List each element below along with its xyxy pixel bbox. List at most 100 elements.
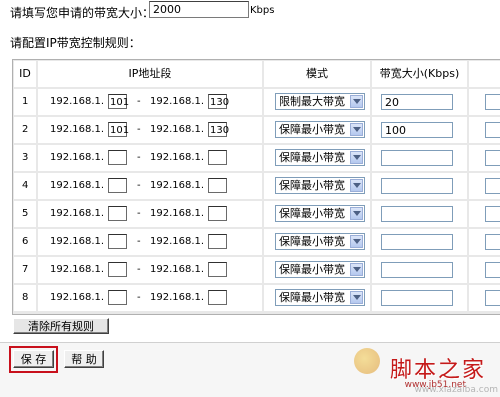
mode-select[interactable]: 保障最小带宽 (275, 121, 365, 138)
chevron-down-icon[interactable] (350, 95, 363, 108)
ip-start-input[interactable] (108, 178, 127, 193)
ip-start-input[interactable]: 101 (108, 122, 129, 137)
mode-select-value: 保障最小带宽 (279, 235, 345, 248)
ip-start-input[interactable]: 101 (108, 94, 129, 109)
mode-cell: 保障最小带宽 (264, 173, 370, 199)
ip-prefix-start: 192.168.1. (50, 180, 105, 191)
ip-prefix-start: 192.168.1. (50, 152, 105, 163)
ip-cell: 192.168.1. -192.168.1. (38, 257, 262, 283)
bandwidth-size-input[interactable] (381, 150, 453, 166)
chevron-down-icon[interactable] (350, 179, 363, 192)
mode-cell: 保障最小带宽 (264, 257, 370, 283)
cropped-input[interactable] (485, 150, 500, 166)
row-id: 5 (22, 208, 29, 219)
ip-cell: 192.168.1. -192.168.1. (38, 145, 262, 171)
cropped-input[interactable] (485, 94, 500, 110)
ip-prefix-start: 192.168.1. (50, 236, 105, 247)
mode-select-value: 限制最大带宽 (279, 95, 345, 108)
ip-range-dash: - (137, 152, 141, 163)
rules-table: ID IP地址段 模式 带宽大小(Kbps) 1 192.168.1. 101-192.16… (12, 59, 500, 315)
ip-prefix-start: 192.168.1. (50, 208, 105, 219)
ip-start-input[interactable] (108, 150, 127, 165)
bandwidth-size-input[interactable] (381, 178, 453, 194)
bandwidth-size-input[interactable] (381, 262, 453, 278)
ip-prefix-end: 192.168.1. (150, 264, 205, 275)
cropped-input[interactable] (485, 290, 500, 306)
ip-end-input[interactable] (208, 206, 227, 221)
mode-select-value: 保障最小带宽 (279, 151, 345, 164)
id-cell: 8 (14, 285, 36, 311)
chevron-down-icon[interactable] (350, 151, 363, 164)
row-id: 6 (22, 236, 29, 247)
ip-end-input[interactable] (208, 262, 227, 277)
extra-cell (469, 201, 500, 227)
bandwidth-size-input[interactable] (381, 290, 453, 306)
ip-end-input[interactable] (208, 290, 227, 305)
chevron-down-icon[interactable] (350, 123, 363, 136)
table-header: IP地址段 (38, 61, 262, 87)
bandwidth-cell (372, 229, 467, 255)
mode-select[interactable]: 保障最小带宽 (275, 177, 365, 194)
extra-cell (469, 173, 500, 199)
mode-select[interactable]: 保障最小带宽 (275, 149, 365, 166)
cropped-input[interactable] (485, 178, 500, 194)
bandwidth-cell (372, 145, 467, 171)
chevron-down-icon[interactable] (350, 207, 363, 220)
mode-cell: 限制最大带宽 (264, 89, 370, 115)
bandwidth-size-input[interactable]: 20 (381, 94, 453, 110)
bandwidth-size-input[interactable]: 100 (381, 122, 453, 138)
ip-start-input[interactable] (108, 262, 127, 277)
table-header-extra (469, 61, 500, 87)
mode-select[interactable]: 保障最小带宽 (275, 205, 365, 222)
row-id: 1 (22, 96, 29, 107)
ip-prefix-start: 192.168.1. (50, 96, 105, 107)
chevron-down-icon[interactable] (350, 291, 363, 304)
bandwidth-cell (372, 285, 467, 311)
bandwidth-cell (372, 201, 467, 227)
ip-range-dash: - (137, 124, 141, 135)
ip-cell: 192.168.1. -192.168.1. (38, 173, 262, 199)
ip-end-input[interactable] (208, 150, 227, 165)
save-button-highlight (9, 346, 58, 373)
ip-end-input[interactable]: 130 (208, 94, 229, 109)
bandwidth-label: 请填写您申请的带宽大小： (10, 6, 155, 20)
cropped-input[interactable] (485, 206, 500, 222)
mode-cell: 保障最小带宽 (264, 145, 370, 171)
mode-select[interactable]: 保障最小带宽 (275, 233, 365, 250)
extra-cell (469, 285, 500, 311)
ip-prefix-start: 192.168.1. (50, 292, 105, 303)
mode-select-value: 保障最小带宽 (279, 179, 345, 192)
chevron-down-icon[interactable] (350, 263, 363, 276)
ip-prefix-start: 192.168.1. (50, 124, 105, 135)
ip-end-input[interactable] (208, 178, 227, 193)
bandwidth-input[interactable]: 2000 (149, 1, 249, 18)
watermark-logo-icon (354, 348, 380, 374)
bandwidth-size-input[interactable] (381, 234, 453, 250)
ip-start-input[interactable] (108, 290, 127, 305)
chevron-down-icon[interactable] (350, 235, 363, 248)
cropped-input[interactable] (485, 234, 500, 250)
mode-select-value: 保障最小带宽 (279, 207, 345, 220)
id-cell: 2 (14, 117, 36, 143)
help-button[interactable]: 帮 助 (64, 350, 104, 368)
cropped-input[interactable] (485, 262, 500, 278)
ip-end-input[interactable]: 130 (208, 122, 229, 137)
bandwidth-cell: 20 (372, 89, 467, 115)
mode-cell: 保障最小带宽 (264, 117, 370, 143)
mode-select-value: 保障最小带宽 (279, 291, 345, 304)
clear-all-rules-button[interactable]: 清除所有规则 (13, 318, 109, 334)
ip-end-input[interactable] (208, 234, 227, 249)
mode-select[interactable]: 保障最小带宽 (275, 289, 365, 306)
bandwidth-size-input[interactable] (381, 206, 453, 222)
extra-cell (469, 89, 500, 115)
table-header: 模式 (264, 61, 370, 87)
mode-cell: 保障最小带宽 (264, 201, 370, 227)
ip-start-input[interactable] (108, 206, 127, 221)
mode-select[interactable]: 限制最大带宽 (275, 93, 365, 110)
cropped-input[interactable] (485, 122, 500, 138)
ip-prefix-end: 192.168.1. (150, 292, 205, 303)
ip-start-input[interactable] (108, 234, 127, 249)
table-header: 带宽大小(Kbps) (372, 61, 467, 87)
id-cell: 1 (14, 89, 36, 115)
mode-select[interactable]: 保障最小带宽 (275, 261, 365, 278)
